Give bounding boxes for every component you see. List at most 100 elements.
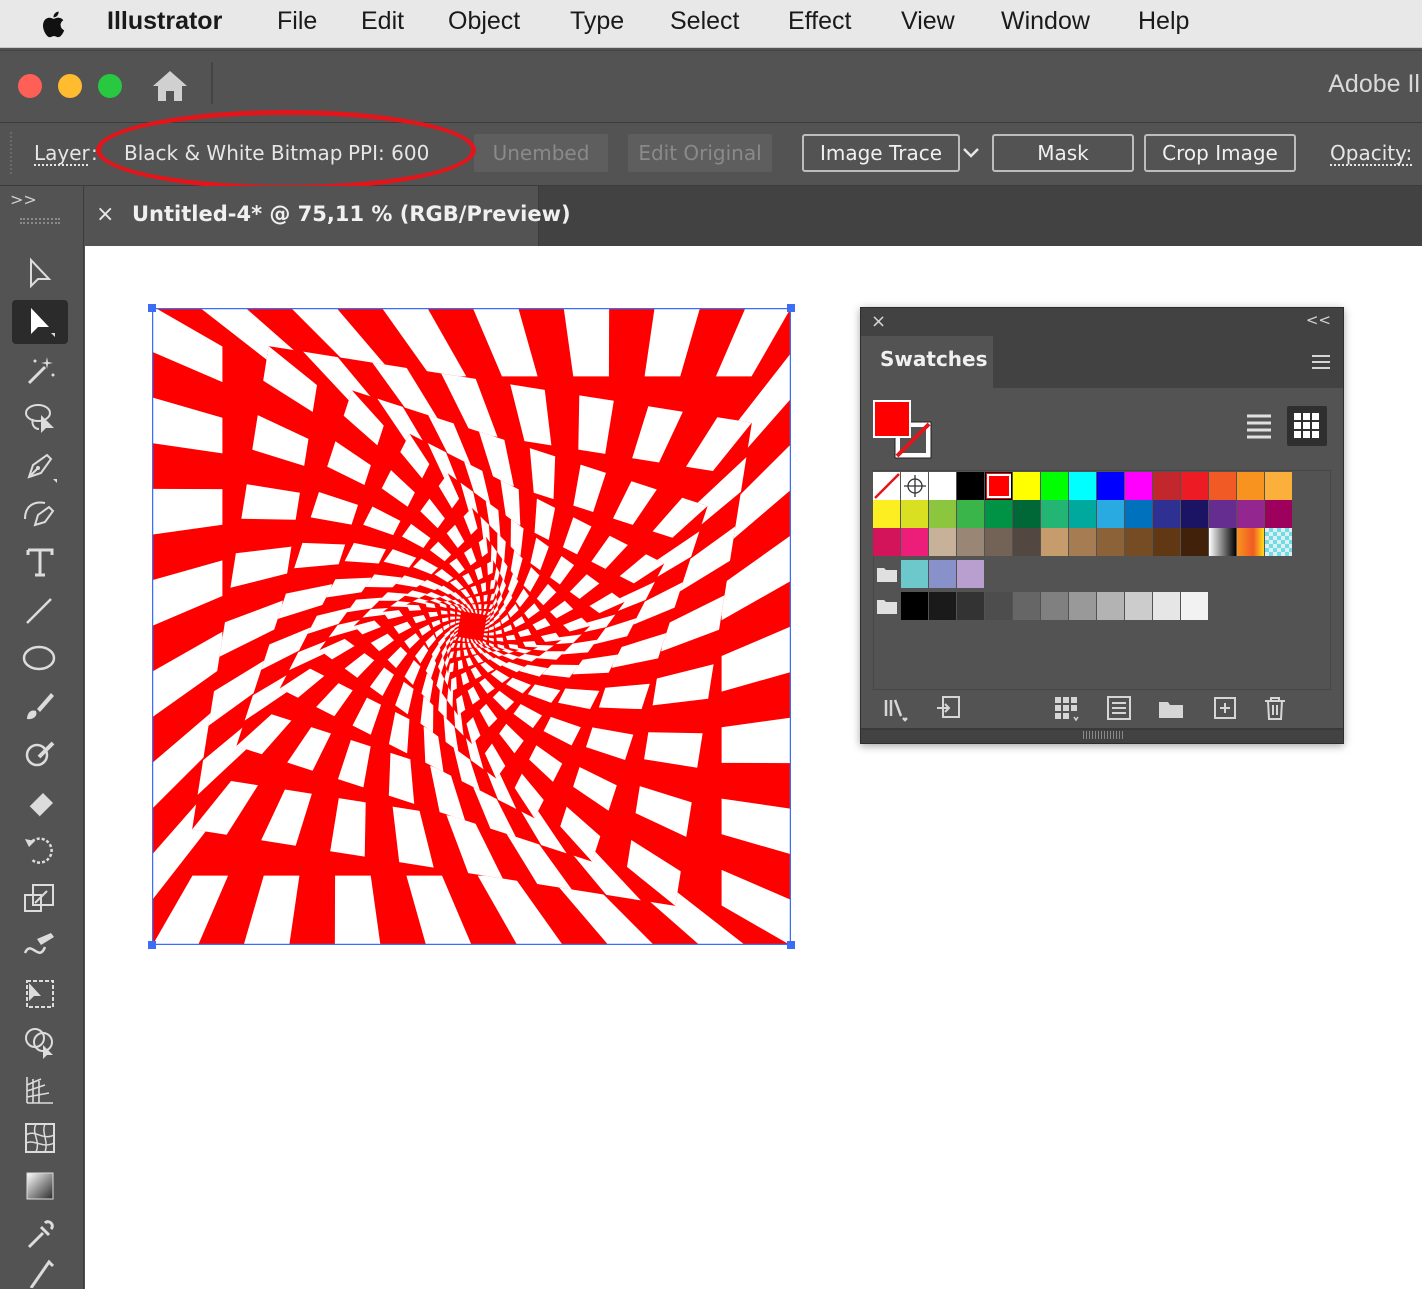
color-swatch[interactable] — [1013, 500, 1041, 528]
color-swatch[interactable] — [1097, 528, 1125, 556]
color-swatch[interactable] — [1125, 472, 1153, 500]
menu-type[interactable]: Type — [570, 7, 624, 36]
magic-wand-tool-icon[interactable] — [12, 348, 68, 392]
fill-stroke-indicator-icon[interactable] — [873, 400, 937, 464]
paintbrush-tool-icon[interactable] — [12, 684, 68, 728]
color-swatch[interactable] — [1209, 500, 1237, 528]
swatch-options-icon[interactable] — [1105, 694, 1133, 722]
document-tab-title[interactable]: Untitled-4* @ 75,11 % (RGB/Preview) — [132, 202, 571, 226]
gradient-swatch[interactable] — [1209, 528, 1237, 556]
color-swatch[interactable] — [957, 472, 985, 500]
color-swatch[interactable] — [1237, 500, 1265, 528]
show-kinds-icon[interactable] — [1053, 694, 1081, 722]
color-swatch[interactable] — [1181, 472, 1209, 500]
home-icon[interactable] — [150, 68, 190, 104]
color-swatch[interactable] — [1041, 592, 1069, 620]
color-swatch[interactable] — [1041, 500, 1069, 528]
color-swatch[interactable] — [1069, 592, 1097, 620]
color-swatch[interactable] — [1153, 472, 1181, 500]
menu-edit[interactable]: Edit — [361, 7, 404, 36]
rotate-tool-icon[interactable] — [12, 828, 68, 872]
color-swatch[interactable] — [1013, 528, 1041, 556]
menu-file[interactable]: File — [277, 7, 317, 36]
color-swatch[interactable] — [1069, 472, 1097, 500]
mask-button[interactable]: Mask — [992, 134, 1134, 172]
color-swatch[interactable] — [1097, 472, 1125, 500]
crop-image-button[interactable]: Crop Image — [1144, 134, 1296, 172]
color-swatch[interactable] — [985, 500, 1013, 528]
toolbox-collapse-button[interactable]: >> — [10, 190, 37, 209]
color-swatch[interactable] — [1181, 500, 1209, 528]
pattern-swatch[interactable] — [1265, 528, 1293, 556]
unembed-button[interactable]: Unembed — [474, 134, 608, 172]
color-swatch[interactable] — [1265, 500, 1293, 528]
color-swatch[interactable] — [901, 592, 929, 620]
line-segment-tool-icon[interactable] — [12, 588, 68, 632]
embedded-bitmap-artwork[interactable] — [152, 308, 791, 945]
menu-help[interactable]: Help — [1138, 7, 1189, 36]
list-view-button[interactable] — [1239, 406, 1279, 446]
color-swatch[interactable] — [1125, 500, 1153, 528]
color-swatch[interactable] — [929, 472, 957, 500]
selection-handle-bottom-right[interactable] — [787, 941, 795, 949]
place-swatches-icon[interactable] — [935, 694, 963, 722]
new-swatch-icon[interactable] — [1211, 694, 1239, 722]
shaper-tool-icon[interactable] — [12, 732, 68, 776]
color-swatch[interactable] — [873, 500, 901, 528]
color-swatch[interactable] — [1069, 528, 1097, 556]
close-window-button[interactable] — [18, 74, 42, 98]
color-swatch[interactable] — [901, 528, 929, 556]
apple-logo-icon[interactable] — [38, 8, 70, 40]
color-swatch[interactable] — [901, 560, 929, 588]
menu-object[interactable]: Object — [448, 7, 520, 36]
color-swatch[interactable] — [901, 500, 929, 528]
new-color-group-icon[interactable] — [1157, 694, 1185, 722]
shape-builder-tool-icon[interactable] — [12, 1020, 68, 1064]
color-swatch[interactable] — [1181, 528, 1209, 556]
edit-original-button[interactable]: Edit Original — [628, 134, 772, 172]
color-swatch[interactable] — [1153, 592, 1181, 620]
color-swatch[interactable] — [929, 592, 957, 620]
color-swatch[interactable] — [985, 472, 1013, 500]
selection-tool-icon[interactable] — [12, 252, 68, 296]
menu-app-name[interactable]: Illustrator — [107, 7, 222, 36]
color-swatch[interactable] — [1125, 528, 1153, 556]
ellipse-tool-icon[interactable] — [12, 636, 68, 680]
pen-tool-icon[interactable] — [12, 444, 68, 488]
direct-selection-tool-icon[interactable] — [12, 300, 68, 344]
type-tool-icon[interactable] — [12, 540, 68, 584]
menu-view[interactable]: View — [901, 7, 955, 36]
free-transform-tool-icon[interactable] — [12, 972, 68, 1016]
layer-label[interactable]: Layer — [34, 141, 90, 165]
registration-swatch[interactable] — [901, 472, 929, 500]
gradient-swatch[interactable] — [1237, 528, 1265, 556]
control-bar-grip[interactable] — [10, 132, 14, 174]
selection-handle-bottom-left[interactable] — [148, 941, 156, 949]
scale-tool-icon[interactable] — [12, 876, 68, 920]
color-swatch[interactable] — [957, 592, 985, 620]
menu-effect[interactable]: Effect — [788, 7, 851, 36]
color-swatch[interactable] — [873, 528, 901, 556]
none-swatch[interactable] — [873, 472, 901, 500]
panel-collapse-icon[interactable]: << — [1306, 311, 1331, 329]
color-swatch[interactable] — [957, 528, 985, 556]
color-swatch[interactable] — [1125, 592, 1153, 620]
color-swatch[interactable] — [929, 528, 957, 556]
color-swatch[interactable] — [1069, 500, 1097, 528]
mesh-tool-icon[interactable] — [12, 1116, 68, 1160]
eraser-tool-icon[interactable] — [12, 780, 68, 824]
panel-close-icon[interactable]: × — [871, 311, 886, 332]
curvature-tool-icon[interactable] — [12, 492, 68, 536]
minimize-window-button[interactable] — [58, 74, 82, 98]
color-swatch[interactable] — [1209, 472, 1237, 500]
selection-handle-top-left[interactable] — [148, 304, 156, 312]
color-swatch[interactable] — [1153, 528, 1181, 556]
selection-handle-top-right[interactable] — [787, 304, 795, 312]
color-swatch[interactable] — [1265, 472, 1293, 500]
opacity-label[interactable]: Opacity: — [1330, 141, 1412, 165]
delete-swatch-icon[interactable] — [1261, 694, 1289, 722]
close-tab-icon[interactable]: × — [96, 202, 114, 227]
eyedropper-tool-icon[interactable] — [12, 1212, 68, 1256]
color-swatch[interactable] — [957, 560, 985, 588]
zoom-window-button[interactable] — [98, 74, 122, 98]
